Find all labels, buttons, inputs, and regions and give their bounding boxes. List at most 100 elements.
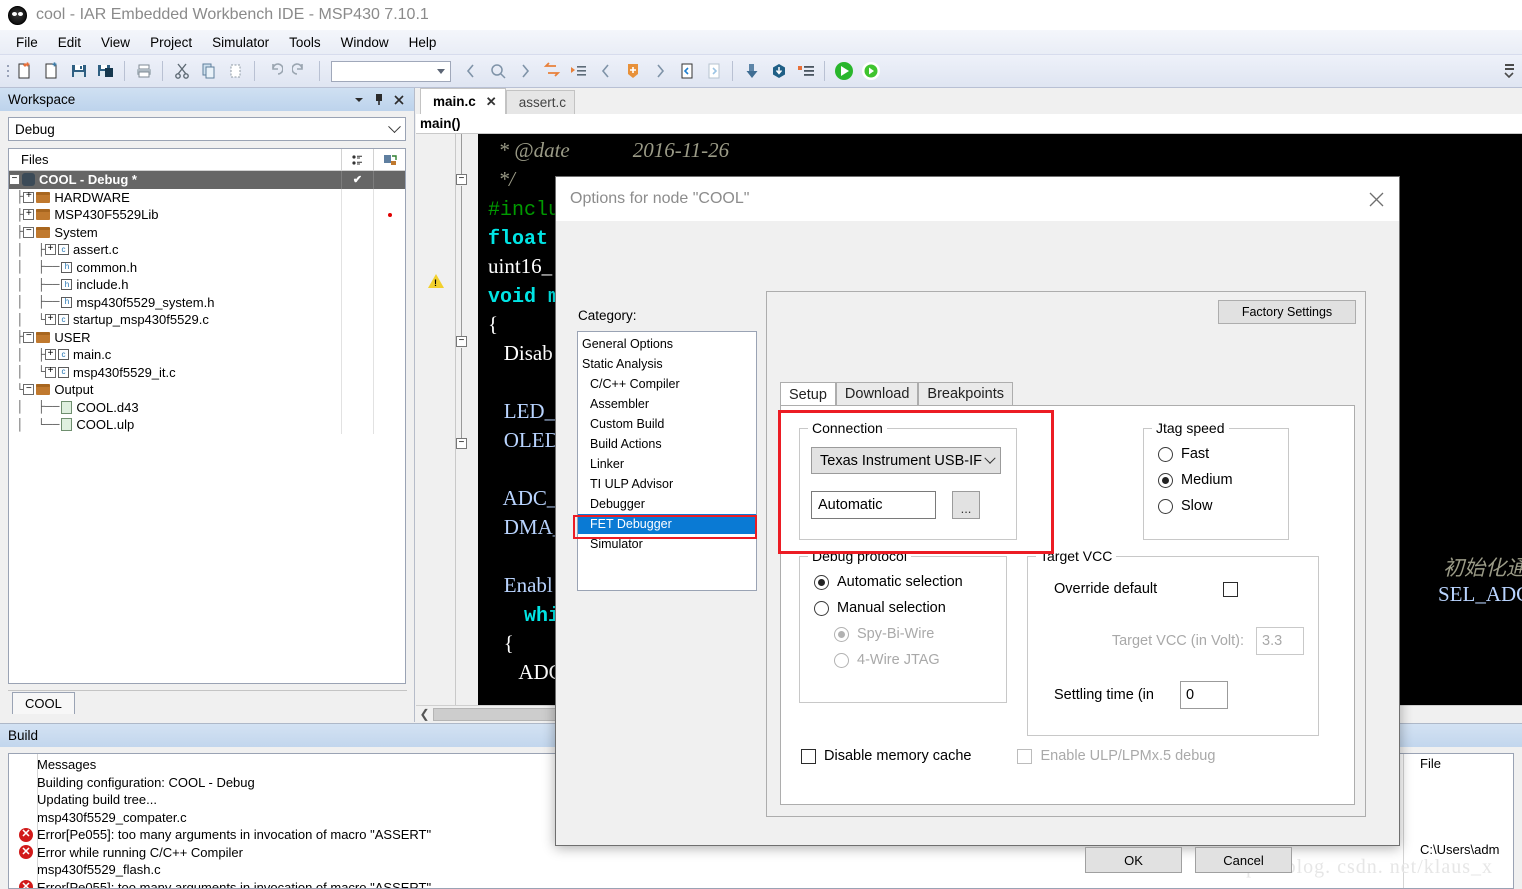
run-icon[interactable] [831, 59, 856, 84]
tree-item[interactable]: ├ − System [9, 223, 405, 241]
menu-edit[interactable]: Edit [48, 32, 91, 53]
paste-icon[interactable] [223, 59, 248, 84]
expand-icon[interactable]: + [45, 366, 57, 378]
tree-item[interactable]: │ ├ ── h common.h [9, 258, 405, 276]
run-to-cursor-icon[interactable] [858, 59, 883, 84]
tree-item[interactable]: ├ + HARDWARE [9, 188, 405, 206]
tree-item[interactable]: │ ├ ── COOL.d43 [9, 398, 405, 416]
connection-text-input[interactable]: Automatic [811, 491, 936, 519]
close-icon[interactable] [1353, 177, 1399, 221]
build-icon[interactable] [793, 59, 818, 84]
tree-item[interactable]: │ ├ + c main.c [9, 346, 405, 364]
save-all-icon[interactable] [93, 59, 118, 84]
new-document-icon[interactable] [12, 59, 37, 84]
new-workspace-icon[interactable] [39, 59, 64, 84]
build-message-row[interactable]: ✕ Error[Pe055]: too many arguments in inv… [9, 879, 1403, 888]
dropdown-icon[interactable] [350, 91, 368, 109]
category-item-fet-debugger[interactable]: FET Debugger [578, 514, 756, 534]
disable-memory-cache-checkbox[interactable] [801, 748, 816, 764]
tree-item[interactable]: │ └ ── COOL.ulp [9, 416, 405, 434]
next-bookmark-icon[interactable] [647, 59, 672, 84]
workspace-tab-cool[interactable]: COOL [12, 691, 75, 714]
tree-item[interactable]: │ └ + c msp430f5529_it.c [9, 363, 405, 381]
tree-item[interactable]: │ ├ ── h include.h [9, 276, 405, 294]
expand-icon[interactable]: + [45, 244, 57, 256]
tree-item[interactable]: ├ + MSP430F5529Lib [9, 206, 405, 224]
redo-icon[interactable] [288, 59, 313, 84]
undo-icon[interactable] [261, 59, 286, 84]
debug-download-icon[interactable] [766, 59, 791, 84]
editor-tab-assert-c[interactable]: assert.c [505, 90, 575, 114]
category-item-ti-ulp-advisor[interactable]: TI ULP Advisor [578, 474, 756, 494]
category-item-simulator[interactable]: Simulator [578, 534, 756, 554]
toggle-icon[interactable] [539, 59, 564, 84]
workspace-config-dropdown[interactable]: Debug [8, 117, 406, 141]
protocol-automatic[interactable]: Automatic selection [814, 569, 963, 595]
close-icon[interactable]: ✕ [486, 94, 497, 110]
radio-icon[interactable] [814, 600, 829, 616]
chevron-down-icon[interactable] [437, 68, 445, 74]
tab-breakpoints[interactable]: Breakpoints [918, 382, 1013, 405]
radio-icon[interactable] [1158, 472, 1173, 488]
menu-window[interactable]: Window [331, 32, 399, 53]
collapse-icon[interactable]: − [23, 226, 35, 238]
connection-select[interactable]: Texas Instrument USB-IF [811, 447, 1001, 474]
toolbar-search-combo[interactable] [331, 60, 451, 82]
fold-box[interactable]: − [456, 174, 467, 185]
jtag-speed-slow[interactable]: Slow [1158, 493, 1233, 519]
chevron-down-icon[interactable] [984, 452, 996, 464]
menu-view[interactable]: View [91, 32, 140, 53]
save-icon[interactable] [66, 59, 91, 84]
menu-file[interactable]: File [6, 32, 48, 53]
disable-memory-cache-row[interactable]: Disable memory cache [801, 748, 971, 764]
filter-icon[interactable] [341, 149, 373, 170]
ok-button[interactable]: OK [1085, 847, 1182, 873]
expand-icon[interactable]: + [45, 349, 57, 361]
editor-tab-main-c[interactable]: main.c ✕ [420, 88, 506, 114]
collapse-icon[interactable]: − [9, 174, 20, 186]
category-item-linker[interactable]: Linker [578, 454, 756, 474]
radio-icon[interactable] [1158, 498, 1173, 514]
workspace-file-tree[interactable]: Files − COOL - Debug * ✔ ├ + HARDWARE ├ + MSP4… [8, 148, 406, 684]
expand-icon[interactable]: + [23, 191, 35, 203]
navigate-back-icon[interactable] [458, 59, 483, 84]
menu-tools[interactable]: Tools [279, 32, 331, 53]
tab-download[interactable]: Download [835, 382, 919, 405]
navigate-forward-icon[interactable] [512, 59, 537, 84]
tree-item[interactable]: │ └ + c startup_msp430f5529.c [9, 311, 405, 329]
radio-icon[interactable] [814, 574, 829, 590]
pin-icon[interactable] [370, 91, 388, 109]
tree-item[interactable]: │ ├ ── h msp430f5529_system.h [9, 293, 405, 311]
category-item-assembler[interactable]: Assembler [578, 394, 756, 414]
category-item-general-options[interactable]: General Options [578, 334, 756, 354]
jtag-speed-medium[interactable]: Medium [1158, 467, 1233, 493]
factory-settings-button[interactable]: Factory Settings [1218, 300, 1356, 324]
collapse-icon[interactable]: − [23, 384, 35, 396]
collapse-icon[interactable]: − [23, 331, 35, 343]
tree-item[interactable]: ├ − USER [9, 328, 405, 346]
cut-icon[interactable] [169, 59, 194, 84]
goto-prev-icon[interactable] [674, 59, 699, 84]
tree-item[interactable]: │ ├ + c assert.c [9, 241, 405, 259]
tab-setup[interactable]: Setup [780, 382, 836, 406]
scroll-left-icon[interactable]: ❮ [416, 706, 433, 723]
download-icon[interactable] [739, 59, 764, 84]
override-default-checkbox[interactable] [1223, 581, 1238, 597]
prev-bookmark-icon[interactable] [593, 59, 618, 84]
category-item-debugger[interactable]: Debugger [578, 494, 756, 514]
options-icon[interactable] [373, 149, 405, 170]
editor-fold-column[interactable]: − − − [456, 134, 478, 722]
menu-help[interactable]: Help [399, 32, 447, 53]
connection-browse-button[interactable]: ... [952, 491, 980, 519]
category-item-static-analysis[interactable]: Static Analysis [578, 354, 756, 374]
tree-item[interactable]: └ − Output [9, 381, 405, 399]
tree-item[interactable]: − COOL - Debug * ✔ [9, 171, 405, 189]
bookmark-next-icon[interactable] [566, 59, 591, 84]
close-icon[interactable] [390, 91, 408, 109]
radio-icon[interactable] [1158, 446, 1173, 462]
jtag-speed-fast[interactable]: Fast [1158, 441, 1233, 467]
copy-icon[interactable] [196, 59, 221, 84]
fold-box[interactable]: − [456, 336, 467, 347]
bookmark-icon[interactable] [620, 59, 645, 84]
goto-next-icon[interactable] [701, 59, 726, 84]
